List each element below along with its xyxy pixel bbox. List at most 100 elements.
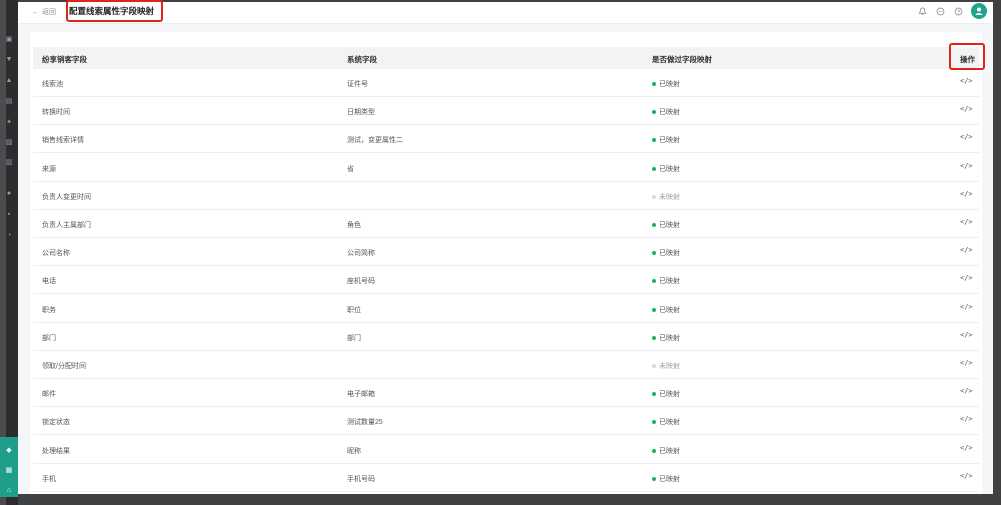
system-field-cell: 公司简称 bbox=[347, 250, 375, 258]
user-avatar[interactable] bbox=[971, 3, 987, 19]
status-label: 已映射 bbox=[659, 109, 680, 117]
title-highlight bbox=[66, 0, 163, 22]
status-dot-icon bbox=[652, 194, 656, 199]
document-icon[interactable]: ▤ bbox=[5, 98, 13, 106]
system-field-cell: 部门 bbox=[347, 334, 361, 342]
table-row: 部门 部门 已映射 </> bbox=[33, 323, 979, 351]
status-dot-icon bbox=[652, 138, 656, 143]
message-icon[interactable] bbox=[935, 6, 946, 17]
table-row: 负责人主属部门 角色 已映射 </> bbox=[33, 210, 979, 238]
system-field-cell: 电子邮箱 bbox=[347, 391, 375, 399]
status-label: 已映射 bbox=[659, 419, 680, 427]
source-field-cell: 邮件 bbox=[42, 391, 56, 399]
filter-icon[interactable]: ▼ bbox=[5, 56, 13, 64]
status-dot-icon bbox=[652, 476, 656, 481]
table-row: 销售线索详情 测试，变更属性二 已映射 </> bbox=[33, 125, 979, 154]
arrow-left-icon: ← bbox=[32, 8, 39, 16]
status-label: 已映射 bbox=[659, 447, 680, 455]
status-label: 未映射 bbox=[659, 193, 680, 201]
code-icon[interactable]: </> bbox=[960, 387, 973, 395]
dashboard-icon[interactable]: ▣ bbox=[5, 36, 13, 44]
table-row: 锁定状态 测试数量25 已映射 </> bbox=[33, 407, 979, 436]
status-label: 未映射 bbox=[659, 363, 680, 370]
mapping-status: 已映射 bbox=[652, 135, 680, 145]
chart-icon[interactable]: ▥ bbox=[5, 159, 13, 167]
source-field-cell: 来源 bbox=[42, 165, 56, 173]
code-icon[interactable]: </> bbox=[960, 415, 973, 423]
status-dot-icon bbox=[652, 335, 656, 340]
code-icon[interactable]: </> bbox=[960, 105, 973, 113]
system-field-cell: 昵称 bbox=[347, 447, 361, 455]
share-icon[interactable]: ✦ bbox=[5, 119, 13, 127]
status-dot-icon bbox=[652, 223, 656, 227]
status-dot-icon bbox=[652, 448, 656, 453]
status-label: 已映射 bbox=[659, 334, 680, 342]
status-label: 已映射 bbox=[659, 278, 680, 286]
grid-icon[interactable]: ▦ bbox=[5, 467, 13, 475]
code-icon[interactable]: </> bbox=[960, 274, 973, 282]
system-field-cell: 手机号码 bbox=[347, 475, 375, 483]
sidebar-strip bbox=[0, 0, 6, 505]
system-field-cell: 日期类型 bbox=[347, 109, 375, 117]
code-icon[interactable]: </> bbox=[960, 218, 973, 226]
code-icon[interactable]: </> bbox=[960, 162, 973, 170]
system-field-cell: 证件号 bbox=[347, 81, 368, 88]
left-sidebar: ▣ ▼ ▲ ▤ ✦ ▧ ▥ ● ▪ ◔ ◆ ▦ ⌂ bbox=[0, 0, 18, 505]
source-field-cell: 职务 bbox=[42, 306, 56, 314]
source-field-cell: 处理结果 bbox=[42, 447, 70, 455]
system-field-cell: 省 bbox=[347, 165, 354, 173]
code-icon[interactable]: </> bbox=[960, 359, 973, 367]
mapping-status: 已映射 bbox=[652, 220, 680, 230]
code-icon[interactable]: </> bbox=[960, 472, 973, 480]
table-row: 处理结果 昵称 已映射 </> bbox=[33, 436, 979, 464]
image-icon[interactable]: ▧ bbox=[5, 139, 13, 147]
status-label: 已映射 bbox=[659, 222, 680, 229]
status-label: 已映射 bbox=[659, 391, 680, 399]
status-dot-icon bbox=[652, 392, 656, 397]
mapping-status: 已映射 bbox=[652, 248, 680, 258]
status-label: 已映射 bbox=[659, 306, 680, 314]
code-icon[interactable]: </> bbox=[960, 331, 973, 339]
source-field-cell: 负责人主属部门 bbox=[42, 222, 91, 229]
code-icon[interactable]: </> bbox=[960, 246, 973, 254]
table-row: 转换时间 日期类型 已映射 </> bbox=[33, 97, 979, 126]
code-icon[interactable]: </> bbox=[960, 190, 973, 198]
mapping-status: 未映射 bbox=[652, 361, 680, 371]
link-icon[interactable]: ● bbox=[5, 190, 13, 198]
source-field-cell: 销售线索详情 bbox=[42, 137, 84, 145]
mapping-status: 已映射 bbox=[652, 107, 680, 117]
mapping-card: 纷享销客字段 系统字段 是否做过字段映射 操作 线索池 证件号 已映射 </> 转换时间… bbox=[30, 32, 985, 494]
bell-icon[interactable] bbox=[917, 6, 928, 17]
code-icon[interactable]: </> bbox=[960, 444, 973, 452]
source-field-cell: 手机 bbox=[42, 475, 56, 483]
source-field-cell: 转换时间 bbox=[42, 109, 70, 117]
status-dot-icon bbox=[652, 251, 656, 256]
status-dot-icon bbox=[652, 166, 656, 171]
mapping-status: 已映射 bbox=[652, 389, 680, 399]
source-field-cell: 线索池 bbox=[42, 81, 63, 88]
help-icon[interactable] bbox=[953, 6, 964, 17]
code-icon[interactable]: </> bbox=[960, 77, 973, 85]
mapping-status: 已映射 bbox=[652, 446, 680, 456]
system-field-cell: 职位 bbox=[347, 306, 361, 314]
status-dot-icon bbox=[652, 364, 656, 368]
header-system-field: 系统字段 bbox=[347, 55, 377, 64]
home-icon[interactable]: ⌂ bbox=[5, 487, 13, 495]
source-field-cell: 锁定状态 bbox=[42, 419, 70, 427]
source-field-cell: 领取/分配时间 bbox=[42, 363, 86, 370]
operation-highlight bbox=[949, 43, 985, 70]
back-button[interactable]: ← 返回 bbox=[32, 7, 56, 17]
header-source-field: 纷享销客字段 bbox=[42, 55, 87, 64]
main-window: ← 返回 配置线索属性字段映射 纷享销客字段 系统字段 是否做过字段映射 操作 … bbox=[18, 0, 993, 494]
code-icon[interactable]: </> bbox=[960, 303, 973, 311]
code-icon[interactable]: </> bbox=[960, 133, 973, 141]
settings-icon[interactable]: ▪ bbox=[5, 211, 13, 219]
clock-icon[interactable]: ◔ bbox=[5, 232, 13, 240]
user-icon[interactable]: ▲ bbox=[5, 77, 13, 85]
app-icon[interactable]: ◆ bbox=[5, 447, 13, 455]
source-field-cell: 电话 bbox=[42, 278, 56, 286]
table-row: 来源 省 已映射 </> bbox=[33, 154, 979, 182]
source-field-cell: 部门 bbox=[42, 334, 56, 342]
system-field-cell: 测试数量25 bbox=[347, 419, 383, 427]
table-row: 领取/分配时间 未映射 </> bbox=[33, 351, 979, 379]
